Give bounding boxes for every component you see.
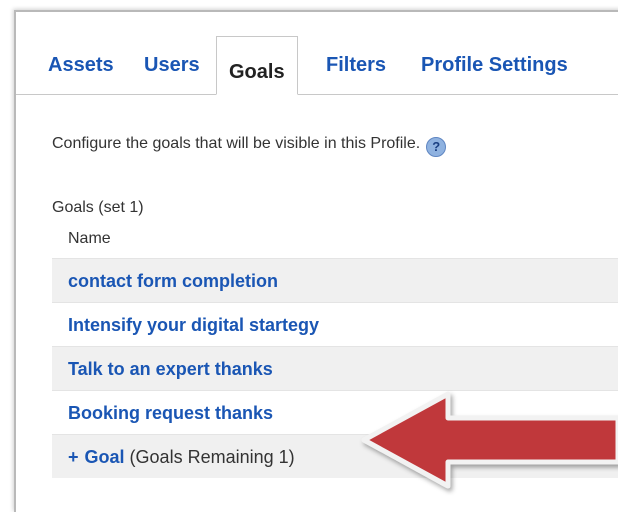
column-header-name: Name: [68, 230, 111, 247]
goals-remaining-text: (Goals Remaining 1): [129, 447, 295, 467]
plus-icon: +: [68, 447, 79, 467]
goal-row: Intensify your digital startegy: [52, 302, 618, 346]
goal-link[interactable]: Booking request thanks: [68, 403, 273, 423]
goal-link[interactable]: contact form completion: [68, 271, 278, 291]
goal-link[interactable]: Intensify your digital startegy: [68, 315, 319, 335]
goals-description: Configure the goals that will be visible…: [52, 135, 447, 157]
goal-link[interactable]: Talk to an expert thanks: [68, 359, 273, 379]
arrow-shape: [361, 391, 618, 489]
description-text: Configure the goals that will be visible…: [52, 135, 421, 152]
goal-set-title: Goals (set 1): [52, 199, 144, 216]
tab-assets[interactable]: Assets: [48, 50, 114, 80]
add-goal-link[interactable]: Goal: [85, 447, 125, 467]
tab-goals[interactable]: Goals: [216, 36, 298, 95]
tab-filters[interactable]: Filters: [326, 50, 386, 80]
tab-bar: Assets Users Goals Filters Profile Setti…: [16, 36, 618, 95]
tab-users[interactable]: Users: [144, 50, 200, 80]
goal-row: contact form completion: [52, 258, 618, 302]
tab-profile-settings[interactable]: Profile Settings: [421, 50, 568, 80]
help-icon[interactable]: ?: [426, 137, 447, 157]
annotation-arrow: [361, 391, 618, 489]
